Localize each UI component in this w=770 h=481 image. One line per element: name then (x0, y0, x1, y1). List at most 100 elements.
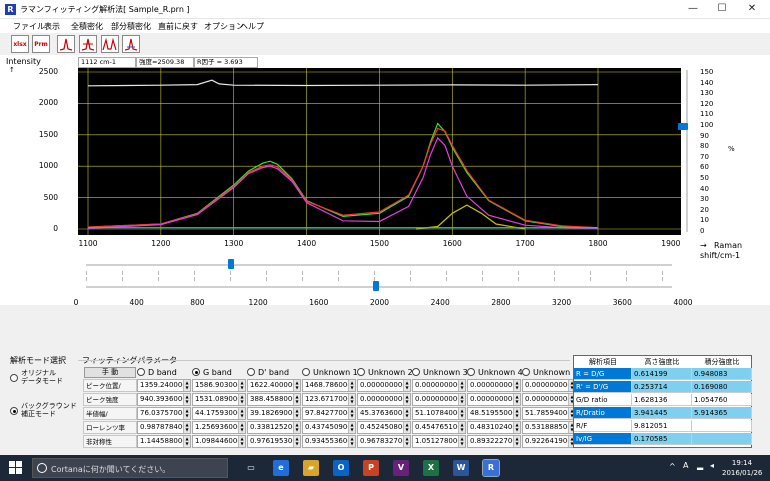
param-value-field[interactable]: 1586.90300(▲ ▼ (192, 379, 246, 392)
menu-options[interactable]: オプション (204, 21, 244, 32)
spinner-arrows-icon[interactable]: ▲ ▼ (293, 394, 300, 405)
param-value-field[interactable]: 0.89322270(▲ ▼ (467, 435, 521, 448)
param-value-field[interactable]: 940.393600(▲ ▼ (137, 393, 191, 406)
background-mode-radio[interactable] (10, 407, 18, 415)
spinner-arrows-icon[interactable]: ▲ ▼ (183, 380, 190, 391)
spinner-arrows-icon[interactable]: ▲ ▼ (348, 436, 355, 447)
param-value-field[interactable]: 1.25693600(▲ ▼ (192, 421, 246, 434)
param-column-header[interactable]: Unknown 1 (302, 368, 358, 377)
param-value-field[interactable]: 1468.78600(▲ ▼ (302, 379, 356, 392)
spectrum-plot[interactable] (78, 68, 681, 235)
param-value-field[interactable]: 0.33812520(▲ ▼ (247, 421, 301, 434)
spinner-arrows-icon[interactable]: ▲ ▼ (183, 394, 190, 405)
manual-button[interactable]: 手 動 (84, 367, 136, 378)
peak-tool-2-button[interactable] (79, 35, 97, 53)
menu-file[interactable]: ファイル (13, 21, 45, 32)
spinner-arrows-icon[interactable]: ▲ ▼ (348, 408, 355, 419)
menu-full-fit[interactable]: 全積密化 (71, 21, 103, 32)
spinner-arrows-icon[interactable]: ▲ ▼ (458, 380, 465, 391)
spinner-arrows-icon[interactable]: ▲ ▼ (403, 436, 410, 447)
spinner-arrows-icon[interactable]: ▲ ▼ (458, 436, 465, 447)
column-radio[interactable] (412, 368, 420, 376)
param-value-field[interactable]: 1.05127800(▲ ▼ (412, 435, 466, 448)
param-value-field[interactable]: 0.43745090(▲ ▼ (302, 421, 356, 434)
peak-tool-3-button[interactable] (101, 35, 119, 53)
param-value-field[interactable]: 0.96783270(▲ ▼ (357, 435, 411, 448)
spinner-arrows-icon[interactable]: ▲ ▼ (348, 394, 355, 405)
menu-undo[interactable]: 直前に戻す (158, 21, 198, 32)
spinner-arrows-icon[interactable]: ▲ ▼ (238, 436, 245, 447)
windows-start-icon[interactable] (9, 461, 23, 475)
param-value-field[interactable]: 0.00000000(▲ ▼ (412, 393, 466, 406)
param-value-field[interactable]: 123.671700(▲ ▼ (302, 393, 356, 406)
scale-slider-thumb[interactable] (678, 123, 688, 130)
param-value-field[interactable]: 0.45476510(▲ ▼ (412, 421, 466, 434)
param-value-field[interactable]: 45.3763600(▲ ▼ (357, 407, 411, 420)
peak-tool-1-button[interactable] (57, 35, 75, 53)
column-radio[interactable] (522, 368, 530, 376)
column-radio[interactable] (357, 368, 365, 376)
spinner-arrows-icon[interactable]: ▲ ▼ (348, 380, 355, 391)
spinner-arrows-icon[interactable]: ▲ ▼ (458, 422, 465, 433)
spinner-arrows-icon[interactable]: ▲ ▼ (183, 408, 190, 419)
param-value-field[interactable]: 388.458800(▲ ▼ (247, 393, 301, 406)
column-radio[interactable] (137, 368, 145, 376)
param-value-field[interactable]: 0.00000000(▲ ▼ (522, 379, 576, 392)
spinner-arrows-icon[interactable]: ▲ ▼ (183, 436, 190, 447)
param-value-field[interactable]: 1.09844600(▲ ▼ (192, 435, 246, 448)
upper-range-slider-track[interactable] (86, 264, 672, 266)
spinner-arrows-icon[interactable]: ▲ ▼ (513, 422, 520, 433)
menu-partial-fit[interactable]: 部分積密化 (111, 21, 151, 32)
param-value-field[interactable]: 0.45245080(▲ ▼ (357, 421, 411, 434)
cortana-search-box[interactable]: Cortanaに何か聞いてください。 (32, 458, 228, 478)
spinner-arrows-icon[interactable]: ▲ ▼ (458, 408, 465, 419)
param-column-header[interactable]: Unknown 4 (467, 368, 523, 377)
spinner-arrows-icon[interactable]: ▲ ▼ (293, 380, 300, 391)
param-value-field[interactable]: 48.5195500(▲ ▼ (467, 407, 521, 420)
param-value-field[interactable]: 0.53188850(▲ ▼ (522, 421, 576, 434)
param-value-field[interactable]: 44.1759300(▲ ▼ (192, 407, 246, 420)
param-value-field[interactable]: 51.7859400(▲ ▼ (522, 407, 576, 420)
param-value-field[interactable]: 1531.08900(▲ ▼ (192, 393, 246, 406)
prm-export-button[interactable]: Prm (32, 35, 50, 53)
maximize-button[interactable]: ☐ (706, 0, 738, 18)
param-value-field[interactable]: 0.00000000(▲ ▼ (357, 379, 411, 392)
lower-range-slider-thumb[interactable] (373, 281, 379, 291)
spinner-arrows-icon[interactable]: ▲ ▼ (513, 408, 520, 419)
param-column-header[interactable]: G band (192, 368, 232, 377)
spinner-arrows-icon[interactable]: ▲ ▼ (348, 422, 355, 433)
peak-tool-4-button[interactable] (122, 35, 140, 53)
spinner-arrows-icon[interactable]: ▲ ▼ (403, 394, 410, 405)
column-radio[interactable] (247, 368, 255, 376)
spinner-arrows-icon[interactable]: ▲ ▼ (183, 422, 190, 433)
param-value-field[interactable]: 39.1826900(▲ ▼ (247, 407, 301, 420)
param-value-field[interactable]: 51.1078400(▲ ▼ (412, 407, 466, 420)
spinner-arrows-icon[interactable]: ▲ ▼ (403, 422, 410, 433)
param-column-header[interactable]: D' band (247, 368, 289, 377)
param-value-field[interactable]: 0.00000000(▲ ▼ (357, 393, 411, 406)
edge-icon[interactable]: e (273, 460, 289, 476)
param-value-field[interactable]: 0.48310240(▲ ▼ (467, 421, 521, 434)
excel-icon[interactable]: X (423, 460, 439, 476)
lower-range-slider-track[interactable] (86, 286, 672, 288)
visualstudio-icon[interactable]: V (393, 460, 409, 476)
param-value-field[interactable]: 1622.40000(▲ ▼ (247, 379, 301, 392)
spinner-arrows-icon[interactable]: ▲ ▼ (403, 408, 410, 419)
param-value-field[interactable]: 0.93455360(▲ ▼ (302, 435, 356, 448)
spinner-arrows-icon[interactable]: ▲ ▼ (458, 394, 465, 405)
param-column-header[interactable]: Unknown 3 (412, 368, 468, 377)
spinner-arrows-icon[interactable]: ▲ ▼ (238, 394, 245, 405)
param-value-field[interactable]: 1.14458800(▲ ▼ (137, 435, 191, 448)
spinner-arrows-icon[interactable]: ▲ ▼ (238, 422, 245, 433)
raman-app-icon[interactable]: R (482, 459, 500, 477)
clock[interactable]: 19:14 2016/01/26 (722, 458, 762, 478)
param-value-field[interactable]: 97.8427700(▲ ▼ (302, 407, 356, 420)
param-value-field[interactable]: 0.00000000(▲ ▼ (522, 393, 576, 406)
param-value-field[interactable]: 1359.24000(▲ ▼ (137, 379, 191, 392)
menu-view[interactable]: 表示 (44, 21, 60, 32)
param-value-field[interactable]: 0.98787840(▲ ▼ (137, 421, 191, 434)
xlsx-export-button[interactable]: xlsx (11, 35, 29, 53)
powerpoint-icon[interactable]: P (363, 460, 379, 476)
spinner-arrows-icon[interactable]: ▲ ▼ (293, 436, 300, 447)
spinner-arrows-icon[interactable]: ▲ ▼ (513, 436, 520, 447)
